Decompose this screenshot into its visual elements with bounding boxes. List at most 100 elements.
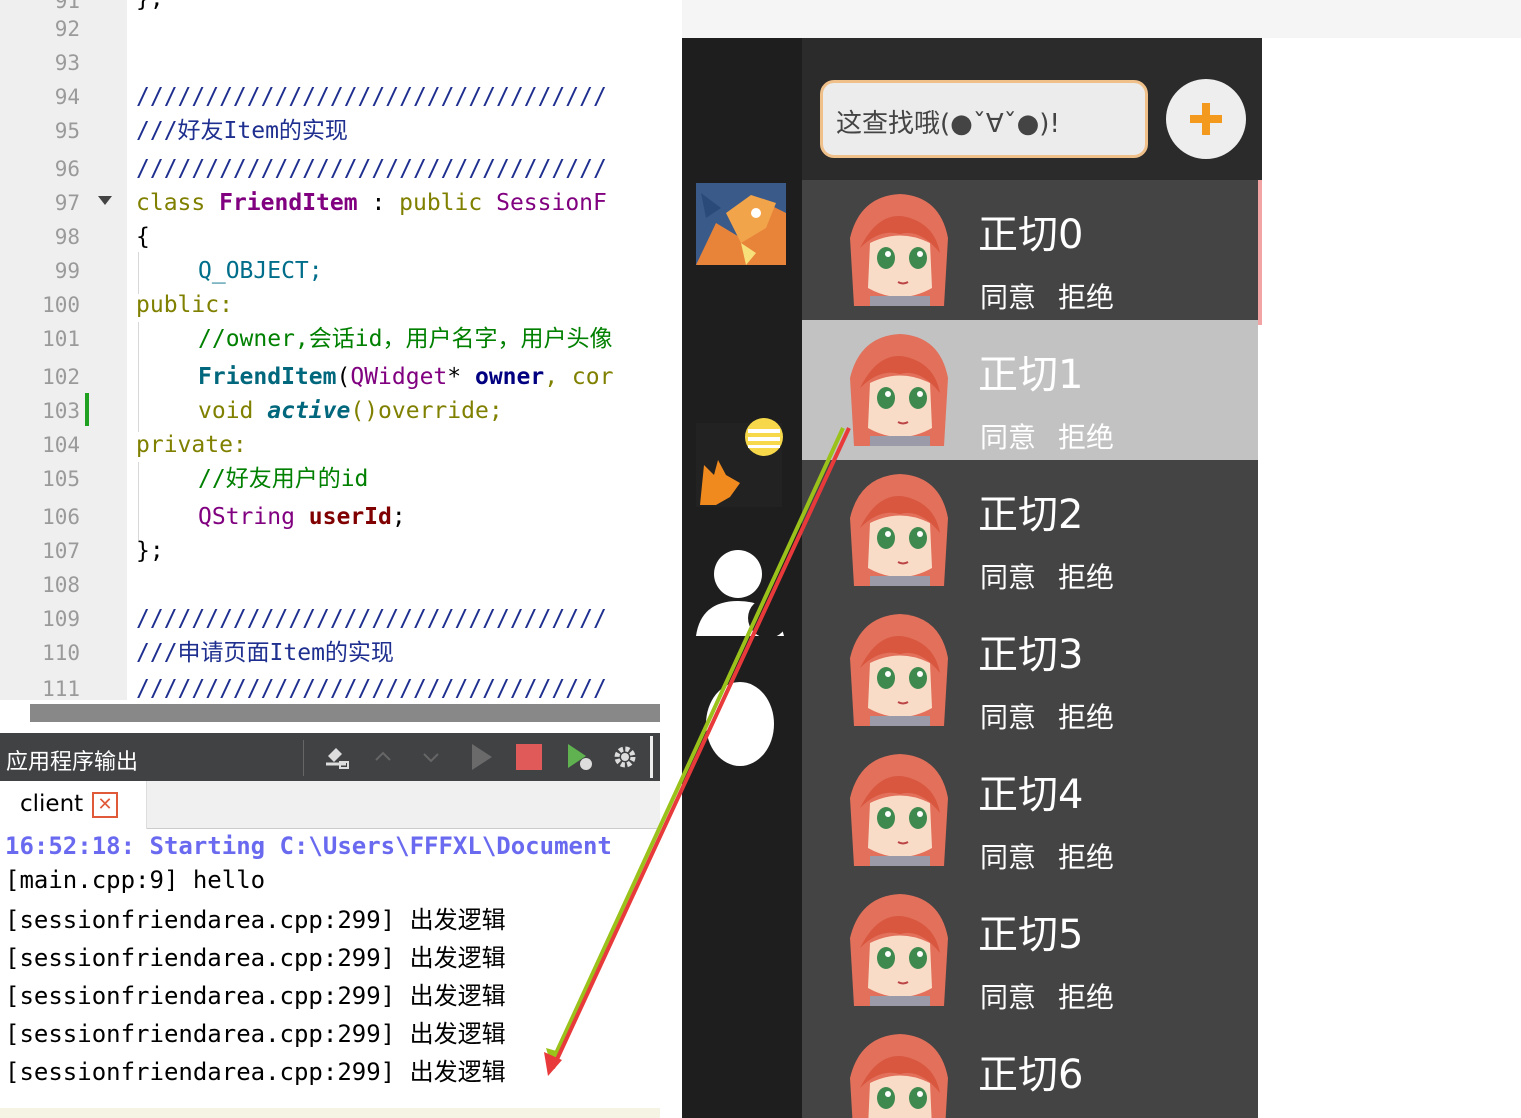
code-line-comment: ////////////////////////////////// <box>136 606 607 632</box>
tab-label: client <box>20 791 84 817</box>
indent-guide <box>138 462 139 540</box>
session-icon[interactable] <box>696 415 786 507</box>
output-pane-title: 应用程序输出 <box>6 750 139 775</box>
clear-output-icon[interactable] <box>320 740 354 774</box>
item-name: 正切2 <box>978 492 1084 538</box>
fold-arrow-icon[interactable] <box>98 196 112 205</box>
apply-list-item[interactable]: 正切3 同意 拒绝 <box>802 600 1258 740</box>
apply-list-item[interactable]: 正切5 同意 拒绝 <box>802 880 1258 1020</box>
code-line: { <box>136 224 150 250</box>
avatar <box>840 328 958 446</box>
code-line-comment: //好友用户的id <box>198 466 369 492</box>
toolbar-divider <box>303 740 304 776</box>
line-number: 98 <box>54 225 80 249</box>
item-name: 正切1 <box>978 352 1084 398</box>
output-line: [main.cpp:9] hello <box>5 866 266 894</box>
code-editor[interactable]: 91 92 93 94 95 96 97 98 99 100 101 102 1… <box>0 0 660 700</box>
line-number: 111 <box>42 677 80 700</box>
output-line: [sessionfriendarea.cpp:299] 出发逻辑 <box>5 906 506 934</box>
apply-list-item[interactable]: 正切1 同意 拒绝 <box>802 320 1258 460</box>
output-line: 16:52:18: Starting C:\Users\FFFXL\Docume… <box>5 832 612 860</box>
code-line-comment: ///好友Item的实现 <box>136 118 348 144</box>
item-name: 正切3 <box>978 632 1084 678</box>
item-name: 正切0 <box>978 212 1084 258</box>
code-line: }; <box>136 0 164 12</box>
indent-guide <box>138 252 139 294</box>
run-icon[interactable] <box>464 740 498 774</box>
reject-button[interactable]: 拒绝 <box>1058 696 1114 736</box>
stop-icon[interactable] <box>512 740 546 774</box>
item-name: 正切5 <box>978 912 1084 958</box>
apply-icon[interactable] <box>696 676 786 768</box>
code-line-comment: ////////////////////////////////// <box>136 84 607 110</box>
status-strip <box>0 1108 660 1118</box>
line-number: 104 <box>42 433 80 457</box>
window-edge <box>660 0 682 1118</box>
agree-button[interactable]: 同意 <box>980 276 1036 316</box>
reject-button[interactable]: 拒绝 <box>1058 556 1114 596</box>
avatar <box>840 468 958 586</box>
chevron-up-icon[interactable] <box>366 740 400 774</box>
search-placeholder: 这查找哦(●ˇ∀ˇ●)! <box>836 109 1060 139</box>
agree-button[interactable]: 同意 <box>980 556 1036 596</box>
plus-icon <box>1190 103 1222 135</box>
avatar <box>840 748 958 866</box>
apply-list-item[interactable]: 正切0 同意 拒绝 <box>802 180 1258 320</box>
line-number: 102 <box>42 365 80 389</box>
reject-button[interactable]: 拒绝 <box>1058 416 1114 456</box>
indent-guide <box>138 322 139 432</box>
reject-button[interactable]: 拒绝 <box>1058 836 1114 876</box>
line-number: 91 <box>54 0 80 13</box>
code-line-macro: Q_OBJECT; <box>198 258 323 284</box>
agree-button[interactable]: 同意 <box>980 976 1036 1016</box>
item-name: 正切6 <box>978 1052 1084 1098</box>
friends-icon[interactable] <box>696 546 788 638</box>
reject-button[interactable]: 拒绝 <box>1058 976 1114 1016</box>
code-line-comment: ////////////////////////////////// <box>136 156 607 182</box>
agree-button[interactable]: 同意 <box>980 696 1036 736</box>
line-number: 100 <box>42 293 80 317</box>
apply-list-item[interactable]: 正切2 同意 拒绝 <box>802 460 1258 600</box>
avatar <box>840 888 958 1006</box>
chevron-down-icon[interactable] <box>414 740 448 774</box>
list-scrollbar-thumb[interactable] <box>1258 180 1262 325</box>
close-icon[interactable]: ✕ <box>92 792 118 818</box>
code-line-class-decl: class FriendItem : public SessionF <box>136 190 607 216</box>
line-number: 97 <box>54 191 80 215</box>
window-titlebar <box>660 0 1521 38</box>
code-line-access: public: <box>136 292 233 318</box>
agree-button[interactable]: 同意 <box>980 416 1036 456</box>
code-line-ctor: FriendItem(QWidget* owner, cor <box>198 364 614 390</box>
agree-button[interactable]: 同意 <box>980 836 1036 876</box>
avatar <box>840 608 958 726</box>
line-number: 110 <box>42 641 80 665</box>
code-line-access: private: <box>136 432 247 458</box>
code-line-method: void active()override; <box>198 398 503 424</box>
user-avatar[interactable] <box>696 183 786 265</box>
code-line-member: QString userId; <box>198 504 406 530</box>
line-number: 103 <box>42 399 80 423</box>
line-number: 109 <box>42 607 80 631</box>
debug-run-icon[interactable] <box>562 740 596 774</box>
gear-icon[interactable] <box>608 740 642 774</box>
toolbar-edge <box>650 736 653 778</box>
line-number: 108 <box>42 573 80 597</box>
avatar <box>840 188 958 306</box>
line-number: 93 <box>54 51 80 75</box>
code-line-comment: ///申请页面Item的实现 <box>136 640 394 666</box>
modified-line-marker <box>85 393 89 426</box>
apply-list-item[interactable]: 正切4 同意 拒绝 <box>802 740 1258 880</box>
scrollbar-thumb[interactable] <box>30 704 660 722</box>
line-number: 106 <box>42 505 80 529</box>
code-line-comment: ////////////////////////////////// <box>136 676 607 700</box>
line-number: 96 <box>54 157 80 181</box>
line-number: 101 <box>42 327 80 351</box>
output-line: [sessionfriendarea.cpp:299] 出发逻辑 <box>5 982 506 1010</box>
reject-button[interactable]: 拒绝 <box>1058 276 1114 316</box>
line-number: 92 <box>54 17 80 41</box>
apply-list-item[interactable]: 正切6同意拒绝 <box>802 1020 1258 1118</box>
code-line-comment: //owner,会话id，用户名字，用户头像 <box>198 326 613 352</box>
line-number: 99 <box>54 259 80 283</box>
output-line: [sessionfriendarea.cpp:299] 出发逻辑 <box>5 1058 506 1086</box>
add-friend-button[interactable] <box>1166 79 1246 159</box>
